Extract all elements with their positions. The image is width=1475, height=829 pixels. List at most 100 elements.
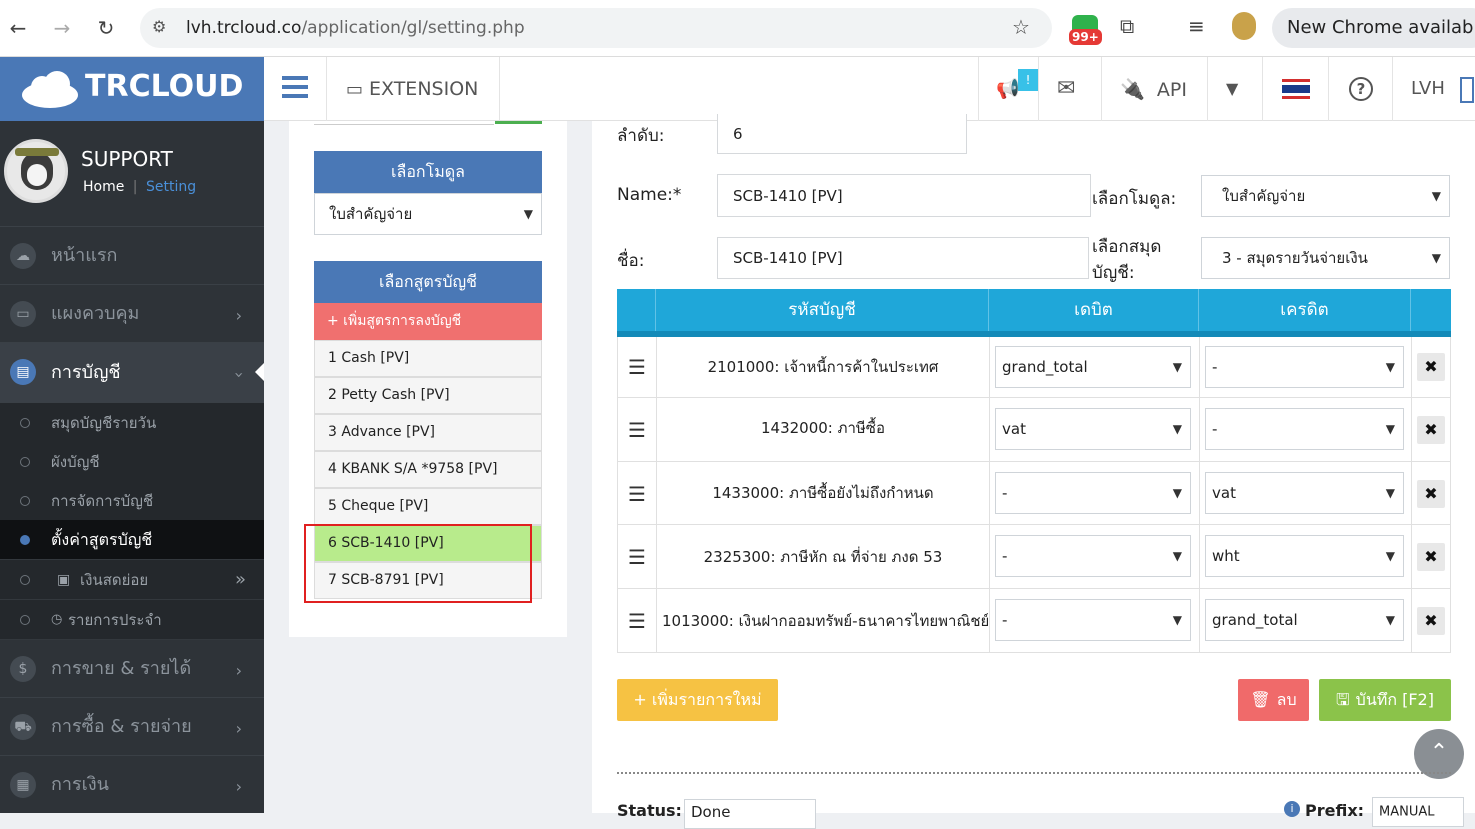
sidebar-item-purchases[interactable]: ⛟ การซื้อ & รายจ่าย ›	[0, 698, 264, 756]
formula-item[interactable]: 3 Advance [PV]	[314, 414, 542, 451]
mail-icon[interactable]: ✉	[1057, 57, 1075, 121]
drag-handle-icon[interactable]: ☰	[628, 545, 646, 569]
chevron-down-icon: ▼	[1385, 486, 1395, 500]
chevron-down-icon: ▼	[1431, 189, 1441, 203]
save-button[interactable]: 🖫 บันทึก [F2]	[1319, 679, 1451, 721]
monitor-icon: ▭	[10, 301, 36, 327]
status-label: Status:	[617, 801, 682, 820]
chevron-right-icon: ›	[235, 719, 242, 738]
account-cell: 2325300: ภาษีหัก ณ ที่จ่าย ภงด 53	[703, 548, 943, 566]
debit-select[interactable]: vat ▼	[995, 408, 1191, 450]
breadcrumb-current: Setting	[145, 179, 197, 195]
chevron-right-icon: ›	[235, 306, 242, 325]
order-input[interactable]: 6	[717, 114, 967, 154]
building-icon[interactable]	[1460, 77, 1474, 103]
reload-icon[interactable]: ↻	[92, 14, 120, 42]
drag-handle-icon[interactable]: ☰	[628, 482, 646, 506]
drag-handle-icon[interactable]: ☰	[628, 418, 646, 442]
prefix-select[interactable]: MANUAL	[1372, 797, 1464, 827]
section-divider	[617, 772, 1451, 774]
formula-item[interactable]: 1 Cash [PV]	[314, 340, 542, 377]
account-cell: 1433000: ภาษีซื้อยังไม่ถึงกำหนด	[712, 484, 934, 502]
extension-badge: 99+	[1069, 29, 1102, 45]
sidebar-sub-chart-of-accounts[interactable]: ผังบัญชี	[0, 442, 264, 482]
table-row: ☰ 1432000: ภาษีซื้อ vat ▼ - ▼ ✖	[617, 398, 1451, 462]
app-logo[interactable]: TRCLOUD	[0, 57, 264, 121]
formula-item[interactable]: 4 KBANK S/A *9758 [PV]	[314, 451, 542, 488]
announcement-icon[interactable]: 📢	[996, 57, 1020, 121]
credit-select[interactable]: grand_total ▼	[1205, 599, 1404, 641]
credit-select[interactable]: - ▼	[1205, 346, 1404, 388]
address-bar[interactable]: ⚙ lvh.trcloud.co/application/gl/setting.…	[140, 8, 1052, 48]
chevron-down-icon: ▼	[1172, 613, 1182, 627]
api-menu[interactable]: 🔌 API	[1120, 57, 1187, 121]
profile-avatar-icon[interactable]	[1232, 12, 1256, 40]
breadcrumb-home[interactable]: Home	[83, 179, 124, 195]
plug-icon: 🔌	[1120, 77, 1145, 101]
dropdown-caret-icon[interactable]: ▼	[1226, 57, 1238, 121]
help-icon[interactable]: ?	[1349, 77, 1373, 101]
media-icon[interactable]: ≡	[1188, 14, 1205, 38]
extension-menu[interactable]: ▭ EXTENSION	[346, 57, 478, 121]
bookmark-star-icon[interactable]: ☆	[1012, 15, 1030, 39]
sidebar-sub-account-management[interactable]: การจัดการบัญชี	[0, 481, 264, 521]
sidebar-sub-formula-setting[interactable]: ตั้งค่าสูตรบัญชี	[0, 520, 264, 560]
cloud-icon: ☁	[10, 243, 36, 269]
table-row: ☰ 2101000: เจ้าหนี้การค้าในประเทศ grand_…	[617, 337, 1451, 398]
thai-flag-icon[interactable]	[1282, 79, 1310, 99]
user-menu[interactable]: LVH	[1411, 57, 1445, 121]
credit-select[interactable]: wht ▼	[1205, 535, 1404, 577]
back-icon[interactable]: ←	[4, 14, 32, 42]
remove-row-button[interactable]: ✖	[1417, 353, 1445, 381]
formula-item[interactable]: 5 Cheque [PV]	[314, 488, 542, 525]
journal-select[interactable]: 3 - สมุดรายวันจ่ายเงิน ▼	[1201, 237, 1450, 279]
form-module-select[interactable]: ใบสำคัญจ่าย ▼	[1201, 175, 1450, 217]
order-label: ลำดับ:	[617, 126, 665, 146]
formula-item[interactable]: 2 Petty Cash [PV]	[314, 377, 542, 414]
remove-row-button[interactable]: ✖	[1417, 416, 1445, 444]
sidebar-item-home[interactable]: ☁ หน้าแรก	[0, 227, 264, 285]
avatar[interactable]	[4, 139, 68, 203]
name-input[interactable]: SCB-1410 [PV]	[717, 174, 1091, 217]
site-info-icon[interactable]: ⚙	[152, 17, 166, 36]
chevron-down-icon: ▼	[1172, 486, 1182, 500]
remove-row-button[interactable]: ✖	[1417, 543, 1445, 571]
table-row: ☰ 1433000: ภาษีซื้อยังไม่ถึงกำหนด - ▼ vat…	[617, 462, 1451, 525]
remove-row-button[interactable]: ✖	[1417, 480, 1445, 508]
sidebar-sub-recurring[interactable]: ◷ รายการประจำ	[0, 600, 264, 640]
credit-select[interactable]: - ▼	[1205, 408, 1404, 450]
sidebar-item-finance[interactable]: ▦ การเงิน ›	[0, 756, 264, 813]
thai-name-input[interactable]: SCB-1410 [PV]	[717, 237, 1089, 279]
monitor-icon: ▭	[346, 79, 364, 100]
sidebar-item-dashboard[interactable]: ▭ แผงควบคุม ›	[0, 285, 264, 343]
trash-icon: 🗑	[1250, 690, 1271, 709]
floppy-icon: 🖫	[1336, 690, 1350, 709]
profile-panel: SUPPORT Home | Setting	[0, 121, 264, 227]
sidebar-sub-petty-cash[interactable]: ▣ เงินสดย่อย »	[0, 560, 264, 600]
debit-select[interactable]: - ▼	[995, 599, 1191, 641]
sidebar-item-accounting[interactable]: ▤ การบัญชี ›	[0, 343, 264, 403]
status-select[interactable]: Done	[684, 799, 816, 829]
debit-select[interactable]: - ▼	[995, 472, 1191, 514]
hamburger-menu-icon[interactable]	[282, 76, 308, 98]
add-formula-button[interactable]: + เพิ่มสูตรการลงบัญชี	[314, 303, 542, 340]
module-select[interactable]: ใบสำคัญจ่าย ▼	[314, 193, 542, 235]
credit-select[interactable]: vat ▼	[1205, 472, 1404, 514]
debit-select[interactable]: grand_total ▼	[995, 346, 1191, 388]
column-debit: เดบิต	[1074, 300, 1113, 320]
sidebar-item-sales[interactable]: $ การขาย & รายได้ ›	[0, 640, 264, 698]
puzzle-icon[interactable]: ⧉	[1120, 14, 1134, 38]
chevron-right-icon: ›	[235, 777, 242, 796]
sidebar-sub-journal[interactable]: สมุดบัญชีรายวัน	[0, 403, 264, 443]
chevron-down-icon: ▼	[1431, 251, 1441, 265]
remove-row-button[interactable]: ✖	[1417, 607, 1445, 635]
account-cell: 1013000: เงินฝากออมทรัพย์-ธนาคารไทยพาณิช…	[662, 612, 988, 630]
drag-handle-icon[interactable]: ☰	[628, 609, 646, 633]
drag-handle-icon[interactable]: ☰	[628, 355, 646, 379]
add-row-button[interactable]: + เพิ่มรายการใหม่	[617, 679, 778, 721]
chevron-down-icon: ▼	[1385, 422, 1395, 436]
forward-icon[interactable]: →	[48, 14, 76, 42]
delete-button[interactable]: 🗑 ลบ	[1238, 679, 1309, 721]
debit-select[interactable]: - ▼	[995, 535, 1191, 577]
chrome-update-button[interactable]: New Chrome available	[1272, 8, 1475, 48]
